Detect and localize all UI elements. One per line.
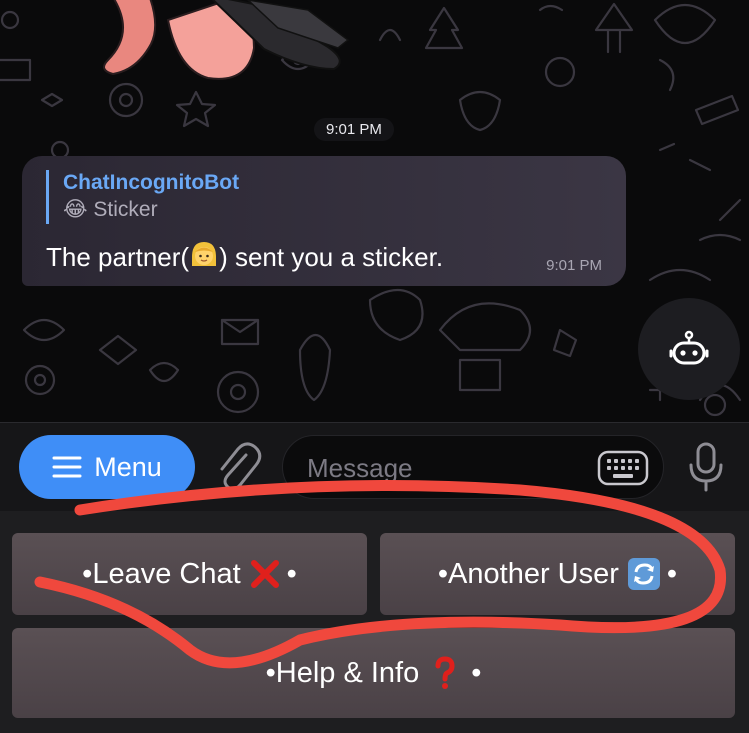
help-info-label: •Help & Info (265, 656, 420, 689)
paperclip-icon[interactable] (214, 441, 262, 493)
message-field[interactable] (282, 435, 664, 500)
help-info-suffix: • (471, 656, 482, 689)
message-input-bar: Menu (0, 422, 749, 511)
robot-icon (669, 330, 709, 365)
menu-label: Menu (94, 451, 162, 482)
refresh-arrows-icon (627, 558, 660, 590)
another-user-suffix: • (666, 557, 678, 590)
reply-preview-text: Sticker (93, 198, 158, 221)
another-user-label: •Another User (437, 557, 619, 590)
reply-preview-line: 😂 Sticker (63, 196, 602, 224)
incoming-message-bubble[interactable]: ChatIncognitoBot 😂 Sticker The partner( … (22, 156, 626, 286)
timestamp-chip: 9:01 PM (314, 118, 394, 141)
microphone-icon[interactable] (686, 441, 726, 493)
girl-emoji-icon (192, 242, 217, 266)
cross-mark-icon (250, 560, 279, 588)
keyboard-icon[interactable] (597, 450, 649, 486)
hamburger-icon (52, 456, 82, 478)
leave-chat-label: •Leave Chat (82, 557, 241, 590)
message-time: 9:01 PM (546, 257, 602, 274)
menu-button[interactable]: Menu (19, 435, 195, 499)
message-text-start: The partner( (46, 242, 190, 272)
laughing-emoji-icon: 😂 (63, 198, 88, 221)
bot-commands-button[interactable] (638, 298, 740, 400)
message-text: The partner( ) sent you a sticker. (46, 240, 602, 273)
red-question-icon (435, 656, 455, 689)
sticker-image (103, 0, 350, 80)
another-user-button[interactable]: •Another User • (380, 533, 735, 615)
chat-background: 9:01 PM ChatIncognitoBot 😂 Sticker The p… (0, 0, 749, 422)
help-info-button[interactable]: •Help & Info • (12, 628, 735, 718)
reply-preview[interactable]: ChatIncognitoBot 😂 Sticker (46, 170, 602, 224)
leave-chat-button[interactable]: •Leave Chat • (12, 533, 367, 615)
reply-sender-name: ChatIncognitoBot (63, 171, 240, 194)
message-text-end: ) sent you a sticker. (219, 242, 444, 272)
message-input[interactable] (305, 436, 589, 500)
leave-chat-suffix: • (286, 557, 297, 590)
bot-reply-keyboard: •Leave Chat • •Another User • •Help & In… (0, 511, 749, 733)
